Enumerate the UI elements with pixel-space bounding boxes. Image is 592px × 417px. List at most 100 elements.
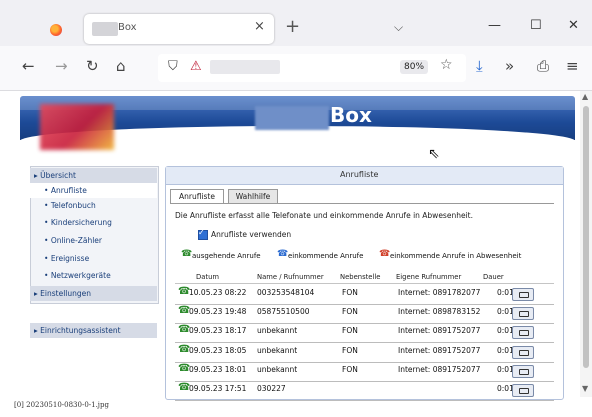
sidebar-item[interactable]: • Telefonbuch xyxy=(30,198,157,213)
call-date: 09.05.23 18:17 xyxy=(189,326,247,336)
checkmark-icon: ✓ xyxy=(198,228,205,237)
menu-icon[interactable]: ≡ xyxy=(566,57,579,75)
incoming-call-icon: ☎ xyxy=(277,249,289,259)
new-tab-button[interactable]: + xyxy=(285,16,300,37)
menu-bullet-icon: • xyxy=(44,254,51,263)
dial-button[interactable] xyxy=(512,326,534,340)
column-date: Datum xyxy=(196,273,219,281)
mouse-cursor-icon: ⇖ xyxy=(428,146,440,162)
back-icon[interactable]: ← xyxy=(22,57,35,75)
table-header-line xyxy=(175,283,554,284)
tab-title: Box xyxy=(118,22,137,33)
sidebar-item-label: Kindersicherung xyxy=(50,218,112,227)
call-extension: FON xyxy=(342,364,358,374)
insecure-lock-icon[interactable]: ⚠ xyxy=(190,59,202,74)
sidebar-item[interactable]: • Netzwerkgeräte xyxy=(30,268,157,283)
tab-close-icon[interactable]: × xyxy=(254,19,265,34)
column-name-number: Name / Rufnummer xyxy=(257,273,324,281)
sidebar-item[interactable]: • Ereignisse xyxy=(30,251,157,266)
table-row[interactable]: ☎ 09.05.23 19:48 05875510500 FON Internet: 0… xyxy=(175,304,554,325)
phone-icon xyxy=(519,349,529,356)
zoom-level-button[interactable]: 80% xyxy=(400,60,429,74)
table-row[interactable]: ☎ 09.05.23 17:51 030227 0:01 xyxy=(175,381,554,401)
call-date: 09.05.23 17:51 xyxy=(189,384,247,393)
call-number: unbekannt xyxy=(257,345,298,355)
sidebar-item-label: Übersicht xyxy=(40,171,76,180)
tab-divider xyxy=(170,203,554,204)
column-own-number: Eigene Rufnummer xyxy=(396,273,462,281)
own-number: Internet: 0891752077 xyxy=(398,326,481,336)
scroll-up-icon[interactable]: ▲ xyxy=(582,92,588,101)
call-extension: FON xyxy=(342,326,358,336)
call-number: 05875510500 xyxy=(257,307,310,317)
download-icon[interactable]: ⤓ xyxy=(476,57,483,75)
call-number: 003253548104 xyxy=(257,288,315,297)
table-row[interactable]: ☎ 09.05.23 18:01 unbekannt FON Internet: 089… xyxy=(175,362,554,382)
sidebar-item-label: Einrichtungsassistent xyxy=(40,326,121,335)
firefox-logo-icon xyxy=(50,24,62,36)
sidebar-item-label: Ereignisse xyxy=(50,254,90,263)
reload-icon[interactable]: ↻ xyxy=(86,57,99,75)
scroll-down-icon[interactable]: ▼ xyxy=(582,384,588,393)
legend-incoming: einkommende Anrufe xyxy=(288,252,364,260)
call-number: 030227 xyxy=(257,384,286,393)
dial-button[interactable] xyxy=(512,364,534,378)
sidebar-item-label: Anrufliste xyxy=(50,186,87,195)
call-date: 10.05.23 08:22 xyxy=(189,288,247,297)
column-duration: Dauer xyxy=(483,273,504,281)
sidebar-item[interactable]: ▸ Einstellungen xyxy=(30,286,157,301)
scroll-thumb[interactable] xyxy=(583,106,589,368)
forward-icon[interactable]: → xyxy=(55,57,68,75)
dial-button[interactable] xyxy=(512,384,534,397)
dial-button[interactable] xyxy=(512,307,534,321)
call-extension: FON xyxy=(342,345,358,355)
more-tools-icon[interactable]: » xyxy=(505,57,514,75)
phone-icon xyxy=(519,330,529,337)
sidebar-item-label: Online-Zähler xyxy=(50,236,102,245)
call-number: unbekannt xyxy=(257,364,298,374)
call-extension: FON xyxy=(342,288,358,297)
sidebar-item[interactable]: • Anrufliste xyxy=(30,183,157,198)
dial-button[interactable] xyxy=(512,288,534,301)
home-icon[interactable]: ⌂ xyxy=(116,57,126,75)
table-row[interactable]: ☎ 09.05.23 18:05 unbekannt FON Internet: 089… xyxy=(175,343,554,363)
missed-call-icon: ☎ xyxy=(379,249,391,259)
table-row[interactable]: ☎ 10.05.23 08:22 003253548104 FON Internet: … xyxy=(175,285,554,305)
call-number: unbekannt xyxy=(257,326,298,336)
description-text: Die Anrufliste erfasst alle Telefonate u… xyxy=(175,211,473,220)
own-number: Internet: 0891752077 xyxy=(398,345,481,355)
image-caption: [0] 20230510-0830-0-1.jpg xyxy=(14,401,109,409)
dial-button[interactable] xyxy=(512,345,534,359)
menu-bullet-icon: • xyxy=(44,271,51,280)
maximize-icon[interactable]: ☐ xyxy=(530,18,542,33)
sidebar-item[interactable]: • Online-Zähler xyxy=(30,233,157,248)
sidebar-item-label: Netzwerkgeräte xyxy=(50,271,111,280)
extensions-icon[interactable]: ⎙ xyxy=(537,57,549,75)
sidebar-item[interactable]: • Kindersicherung xyxy=(30,215,157,230)
close-window-icon[interactable]: ✕ xyxy=(568,18,579,33)
call-date: 09.05.23 18:01 xyxy=(189,364,247,374)
phone-icon xyxy=(519,311,529,318)
minimize-icon[interactable]: — xyxy=(488,18,501,33)
list-tabs-icon[interactable]: ⌵ xyxy=(394,20,403,35)
call-extension: FON xyxy=(342,307,358,317)
tab-favicon-blurred xyxy=(92,22,118,36)
menu-bullet-icon: • xyxy=(44,218,51,227)
tab-wahlhilfe[interactable]: Wahlhilfe xyxy=(228,189,278,204)
column-extension: Nebenstelle xyxy=(340,273,381,281)
shield-icon[interactable]: ⛉ xyxy=(168,59,178,74)
phone-icon xyxy=(519,292,529,298)
table-row[interactable]: ☎ 09.05.23 18:17 unbekannt FON Internet: 089… xyxy=(175,323,554,344)
sidebar-item-label: Telefonbuch xyxy=(50,201,96,210)
menu-bullet-icon: • xyxy=(44,186,51,195)
panel-title: Anrufliste xyxy=(340,170,379,179)
sidebar-item[interactable]: ▸ Einrichtungsassistent xyxy=(30,323,157,338)
sidebar-item-label: Einstellungen xyxy=(40,289,91,298)
call-date: 09.05.23 19:48 xyxy=(189,307,247,317)
phone-icon xyxy=(519,368,529,375)
call-date: 09.05.23 18:05 xyxy=(189,345,247,355)
brand-title: Box xyxy=(330,103,372,127)
bookmark-star-icon[interactable]: ☆ xyxy=(440,57,453,73)
tab-anrufliste[interactable]: Anrufliste xyxy=(170,189,224,204)
sidebar-item[interactable]: ▸ Übersicht xyxy=(30,168,157,183)
